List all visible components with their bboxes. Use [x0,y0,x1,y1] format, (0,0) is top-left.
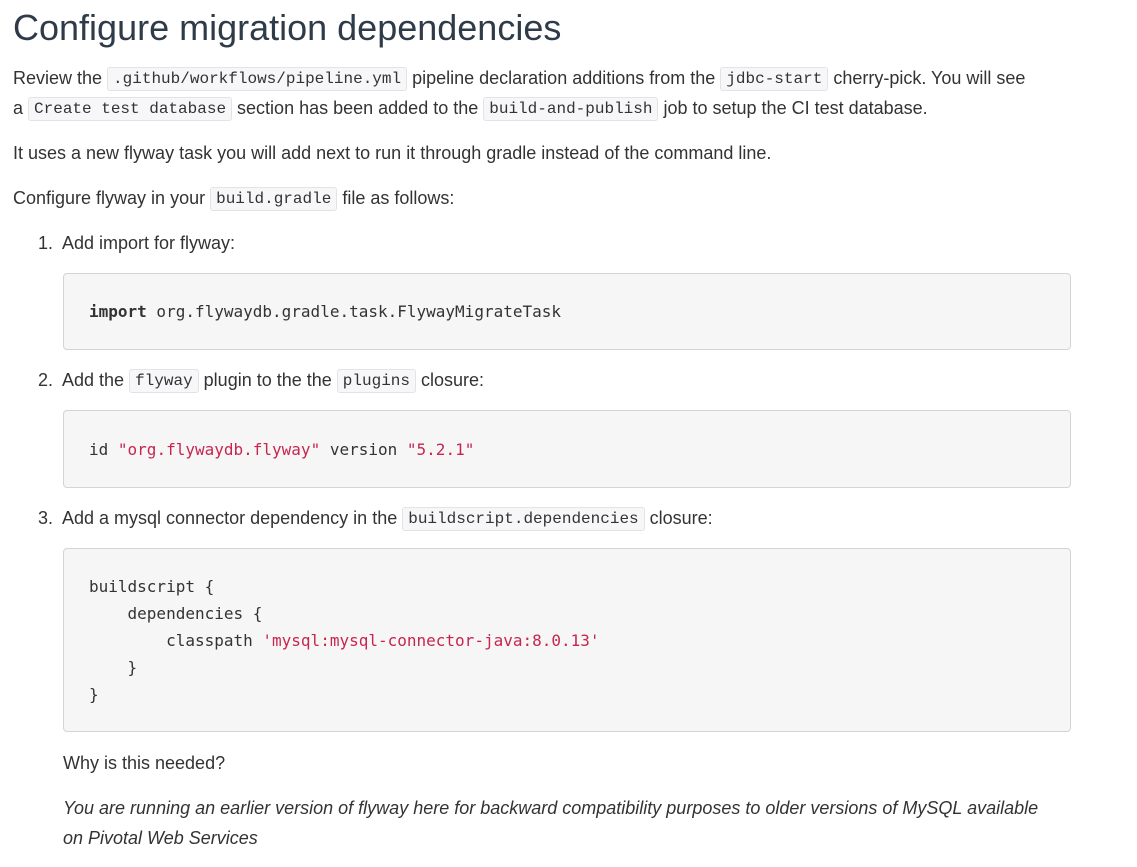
code-text: org.flywaydb.gradle.task.FlywayMigrateTa… [146,302,562,321]
paragraph-flyway-task: It uses a new flyway task you will add n… [13,143,772,163]
code-block-buildscript: buildscript { dependencies { classpath '… [63,548,1071,732]
text: closure: [644,508,713,528]
text: pipeline declaration additions from the [407,68,721,88]
text: file as follows: [337,188,455,208]
text: a [13,98,29,118]
text: job to setup the CI test database. [658,98,928,118]
list-number: 3. [38,508,54,528]
text: Add the [62,370,130,390]
paragraph-configure: Configure flyway in your build.gradle fi… [13,183,454,214]
text: Add a mysql connector dependency in the [62,508,403,528]
code-string: 'mysql:mysql-connector-java:8.0.13' [262,631,600,650]
code-text: id "org.flywaydb.flyway" version "5.2.1" [89,436,474,463]
intro-line-2: a Create test database section has been … [13,93,928,124]
code-block-import: import org.flywaydb.gradle.task.FlywayMi… [63,273,1071,350]
intro-line-1: Review the .github/workflows/pipeline.ym… [13,63,1025,94]
code-keyword: import [89,302,147,321]
list-number: 1. [38,233,54,253]
list-number: 2. [38,370,54,390]
inline-code: flyway [129,369,199,393]
inline-code: plugins [336,369,416,393]
code-line: } [89,685,99,704]
code-text: buildscript { dependencies { classpath '… [89,573,600,708]
text: closure: [416,370,485,390]
list-item-3: 3. Add a mysql connector dependency in th… [38,503,713,534]
code-line: } [89,658,138,677]
code-line: classpath [89,631,263,650]
page-title: Configure migration dependencies [13,7,562,48]
text: Review the [13,68,108,88]
inline-code: jdbc-start [720,67,829,91]
text: section has been added to the [232,98,484,118]
code-text: id [89,440,118,459]
inline-code: Create test database [28,97,233,121]
code-text: version [320,440,407,459]
code-string: "5.2.1" [406,440,475,459]
code-text: import org.flywaydb.gradle.task.FlywayMi… [89,298,561,325]
why-answer: You are running an earlier version of fl… [63,798,1039,848]
list-item-2: 2. Add the flyway plugin to the the plugi… [38,365,484,396]
inline-code: build.gradle [210,187,338,211]
text: plugin to the the [198,370,337,390]
code-string: "org.flywaydb.flyway" [117,440,321,459]
inline-code: .github/workflows/pipeline.yml [107,67,408,91]
text: cherry-pick. You will see [828,68,1026,88]
inline-code: buildscript.dependencies [402,507,645,531]
code-block-plugin: id "org.flywaydb.flyway" version "5.2.1" [63,410,1071,488]
inline-code: build-and-publish [483,97,659,121]
text: Configure flyway in your [13,188,211,208]
text: Add import for flyway: [62,233,236,253]
list-item-1: 1. Add import for flyway: [38,228,235,258]
page: Configure migration dependencies Review … [0,0,1137,867]
code-line: buildscript { [89,577,215,596]
why-question: Why is this needed? [63,753,226,773]
code-line: dependencies { [89,604,263,623]
